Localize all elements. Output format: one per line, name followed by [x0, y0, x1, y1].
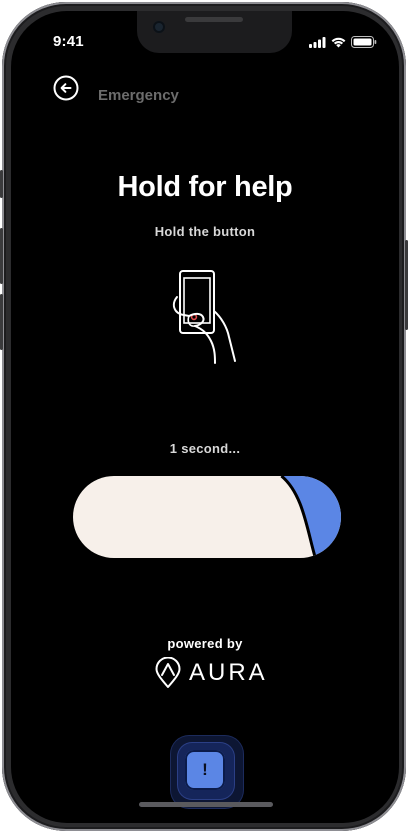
status-time: 9:41 [53, 33, 84, 50]
brand-logo: AURA [155, 655, 268, 691]
powered-by-label: powered by [167, 636, 243, 651]
emergency-alert-button[interactable]: ! [171, 736, 243, 808]
page-title: Hold for help [117, 171, 293, 203]
wifi-icon [331, 37, 346, 47]
arrow-left-circle-icon [53, 75, 79, 101]
page-subtitle: Hold the button [154, 224, 256, 239]
side-button-volume-down [0, 294, 3, 350]
status-icons [309, 35, 377, 49]
earpiece-speaker [185, 17, 243, 22]
signal-icon [309, 36, 326, 48]
brand-name: AURA [189, 659, 268, 686]
aura-logo-icon [155, 657, 181, 688]
front-camera [153, 21, 165, 33]
alert-button-ring: ! [178, 743, 234, 799]
header-title: Emergency [98, 87, 179, 104]
back-button[interactable] [53, 75, 79, 101]
notch [137, 11, 292, 53]
battery-icon [351, 36, 377, 48]
countdown-text: 1 second... [169, 441, 241, 456]
screen: 9:41 Emergency Hold for help Hold the bu… [11, 11, 399, 823]
hold-button[interactable] [73, 476, 341, 558]
side-button-action [0, 170, 3, 198]
side-button-power [405, 240, 408, 330]
hand-holding-phone-icon [172, 270, 236, 364]
exclamation-icon: ! [185, 750, 225, 790]
device-frame: 9:41 Emergency Hold for help Hold the bu… [0, 2, 408, 831]
home-indicator[interactable] [139, 802, 273, 807]
side-button-volume-up [0, 228, 3, 284]
